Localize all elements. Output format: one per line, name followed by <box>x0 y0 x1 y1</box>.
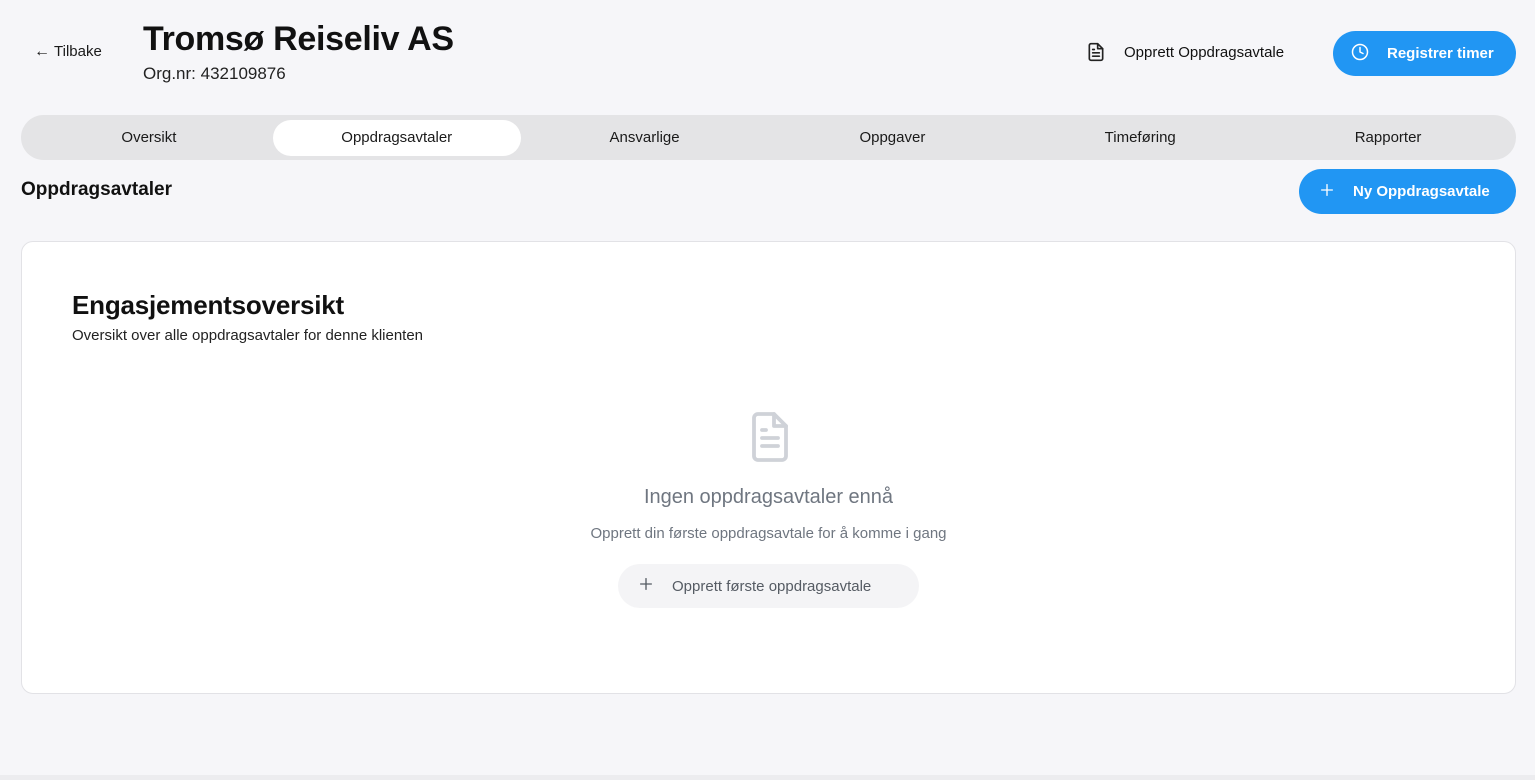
page-title: Tromsø Reiseliv AS <box>143 20 454 58</box>
register-hours-button[interactable]: Registrer timer <box>1333 31 1516 76</box>
tab-rapporter[interactable]: Rapporter <box>1264 120 1512 156</box>
create-agreement-label: Opprett Oppdragsavtale <box>1124 43 1285 61</box>
tab-oppdragsavtaler[interactable]: Oppdragsavtaler <box>272 119 521 156</box>
arrow-left-icon: ← <box>34 42 50 60</box>
tab-ansvarlige[interactable]: Ansvarlige <box>521 120 769 156</box>
engagement-card: Engasjementsoversikt Oversikt over alle … <box>21 241 1516 694</box>
clock-icon <box>1351 43 1369 65</box>
page-header: ← Tilbake Tromsø Reiseliv AS Org.nr: 432… <box>0 0 1535 105</box>
create-agreement-button[interactable]: Opprett Oppdragsavtale <box>1086 42 1284 62</box>
new-agreement-label: Ny Oppdragsavtale <box>1353 183 1490 200</box>
create-first-agreement-button[interactable]: Opprett første oppdragsavtale <box>618 564 919 608</box>
empty-document-icon <box>746 410 794 469</box>
document-icon <box>1086 42 1106 62</box>
org-number: Org.nr: 432109876 <box>143 64 286 83</box>
new-agreement-button[interactable]: Ny Oppdragsavtale <box>1299 169 1516 214</box>
create-first-agreement-label: Opprett første oppdragsavtale <box>672 577 872 595</box>
section-title: Oppdragsavtaler <box>21 179 172 200</box>
tab-oversikt[interactable]: Oversikt <box>25 120 273 156</box>
card-subtitle: Oversikt over alle oppdragsavtaler for d… <box>72 327 424 344</box>
back-link[interactable]: ← Tilbake <box>34 43 102 60</box>
back-label: Tilbake <box>54 43 102 60</box>
plus-icon <box>1319 182 1335 202</box>
plus-icon <box>638 576 654 596</box>
bottom-divider <box>0 775 1535 780</box>
empty-state-subtitle: Opprett din første oppdragsavtale for å … <box>590 525 947 542</box>
tab-oppgaver[interactable]: Oppgaver <box>768 120 1016 156</box>
tab-timeforing[interactable]: Timeføring <box>1016 120 1264 156</box>
tab-bar: Oversikt Oppdragsavtaler Ansvarlige Oppg… <box>21 115 1516 160</box>
register-hours-label: Registrer timer <box>1387 45 1494 62</box>
card-title: Engasjementsoversikt <box>72 290 345 320</box>
empty-state-title: Ingen oppdragsavtaler ennå <box>643 486 894 508</box>
